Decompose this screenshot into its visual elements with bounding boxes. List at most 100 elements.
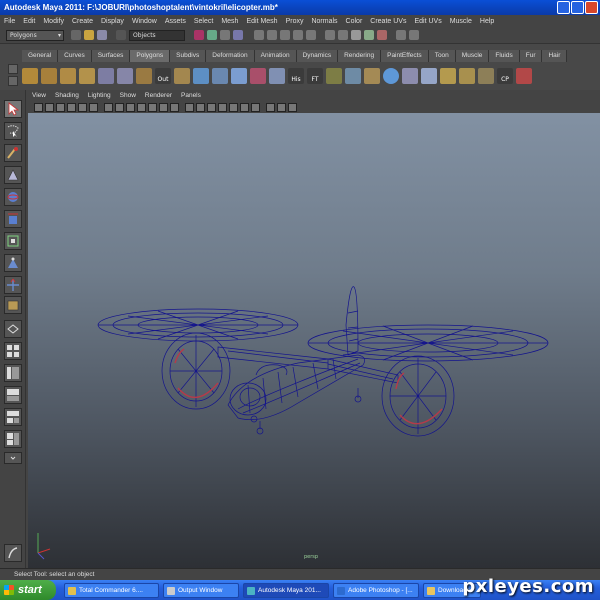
menu-help[interactable]: Help	[480, 18, 494, 25]
layout-options-icon[interactable]	[4, 452, 22, 464]
split-polygon-icon[interactable]	[345, 68, 361, 84]
layout-uvs-icon[interactable]	[459, 68, 475, 84]
extract-icon[interactable]	[174, 68, 190, 84]
taskbar-item-photoshop[interactable]: Adobe Photoshop - [...	[333, 582, 419, 598]
menu-edit-uvs[interactable]: Edit UVs	[414, 18, 441, 25]
append-polygon-icon[interactable]	[269, 68, 285, 84]
make-live-icon[interactable]	[306, 30, 316, 40]
select-tool-icon[interactable]	[4, 100, 22, 118]
uv-cylindrical-icon[interactable]	[421, 68, 437, 84]
save-scene-icon[interactable]	[97, 30, 107, 40]
extrude-icon[interactable]	[231, 68, 247, 84]
poly-cone-icon[interactable]	[117, 68, 133, 84]
merge-vertices-icon[interactable]	[364, 68, 380, 84]
scale-tool-icon[interactable]	[4, 210, 22, 228]
menu-modify[interactable]: Modify	[43, 18, 64, 25]
history-icon[interactable]	[325, 30, 335, 40]
select-surfaces-icon[interactable]	[233, 30, 243, 40]
xray-joints-icon[interactable]	[288, 102, 297, 112]
tab-painteffects[interactable]: PaintEffects	[381, 50, 429, 62]
render-settings-icon[interactable]	[377, 30, 387, 40]
poly-cube-icon[interactable]	[41, 68, 57, 84]
render-frame-icon[interactable]	[351, 30, 361, 40]
smooth-shade-icon[interactable]	[196, 102, 205, 112]
shelf-menu-icon[interactable]	[8, 64, 18, 74]
tab-surfaces[interactable]: Surfaces	[91, 50, 131, 62]
wireframe-icon[interactable]	[185, 102, 194, 112]
panel-menu-panels[interactable]: Panels	[181, 92, 201, 99]
select-curves-icon[interactable]	[220, 30, 230, 40]
soft-modification-tool-icon[interactable]	[4, 254, 22, 272]
show-manipulator-icon[interactable]	[4, 276, 22, 294]
menu-create[interactable]: Create	[72, 18, 93, 25]
bookmarks-icon[interactable]	[56, 102, 65, 112]
outliner-layout-icon[interactable]	[4, 364, 22, 382]
paint-select-tool-icon[interactable]	[4, 144, 22, 162]
select-by-type-icon[interactable]	[194, 30, 204, 40]
history-delete-icon[interactable]: His	[288, 68, 304, 84]
last-tool-used-icon[interactable]	[4, 296, 22, 314]
tab-fur[interactable]: Fur	[519, 50, 543, 62]
menu-window[interactable]: Window	[132, 18, 157, 25]
resolution-gate-icon[interactable]	[126, 102, 135, 112]
four-pane-layout-icon[interactable]	[4, 342, 22, 360]
poly-torus-icon[interactable]	[98, 68, 114, 84]
smooth-out-icon[interactable]: Out	[155, 68, 171, 84]
selection-mode-field[interactable]: Objects	[129, 29, 185, 41]
combine-icon[interactable]	[136, 68, 152, 84]
minimize-button[interactable]	[557, 1, 570, 14]
safe-action-icon[interactable]	[159, 102, 168, 112]
boolean-union-icon[interactable]	[193, 68, 209, 84]
select-by-hierarchy-icon[interactable]	[116, 30, 126, 40]
maximize-button[interactable]	[571, 1, 584, 14]
taskbar-item-maya[interactable]: Autodesk Maya 201...	[243, 582, 329, 598]
menu-file[interactable]: File	[4, 18, 15, 25]
sew-uvs-icon[interactable]	[478, 68, 494, 84]
wireframe-on-shaded-icon[interactable]	[207, 102, 216, 112]
tab-dynamics[interactable]: Dynamics	[296, 50, 339, 62]
tab-fluids[interactable]: Fluids	[489, 50, 520, 62]
menu-edit[interactable]: Edit	[23, 18, 35, 25]
menu-normals[interactable]: Normals	[311, 18, 337, 25]
select-camera-icon[interactable]	[34, 102, 43, 112]
textured-icon[interactable]	[229, 102, 238, 112]
rotate-tool-icon[interactable]	[4, 188, 22, 206]
open-scene-icon[interactable]	[84, 30, 94, 40]
start-button[interactable]: start	[0, 580, 56, 600]
gate-mask-icon[interactable]	[137, 102, 146, 112]
shelf-tabs-toggle-icon[interactable]	[8, 76, 18, 86]
construction-history-icon[interactable]	[338, 30, 348, 40]
grease-pencil-icon[interactable]	[89, 102, 98, 112]
menu-color[interactable]: Color	[346, 18, 363, 25]
camera-attributes-icon[interactable]	[45, 102, 54, 112]
image-plane-icon[interactable]	[67, 102, 76, 112]
tab-subdivs[interactable]: Subdivs	[170, 50, 207, 62]
tab-polygons[interactable]: Polygons	[130, 50, 171, 62]
poly-sphere-icon[interactable]	[22, 68, 38, 84]
single-pane-layout-icon[interactable]	[4, 320, 22, 338]
help-line-icon[interactable]	[409, 30, 419, 40]
custom-layout-icon[interactable]	[4, 430, 22, 448]
snap-curve-icon[interactable]	[267, 30, 277, 40]
tab-muscle[interactable]: Muscle	[455, 50, 490, 62]
manipulator-tool-icon[interactable]	[4, 232, 22, 250]
safe-title-icon[interactable]	[170, 102, 179, 112]
aircraft-wireframe-model[interactable]	[28, 113, 600, 568]
tab-rendering[interactable]: Rendering	[338, 50, 382, 62]
close-button[interactable]	[585, 1, 598, 14]
bridge-icon[interactable]	[250, 68, 266, 84]
poly-cylinder-icon[interactable]	[60, 68, 76, 84]
shadows-icon[interactable]	[251, 102, 260, 112]
tab-hair[interactable]: Hair	[542, 50, 568, 62]
menu-assets[interactable]: Assets	[165, 18, 186, 25]
hypershade-layout-icon[interactable]	[4, 408, 22, 426]
snap-grid-icon[interactable]	[254, 30, 264, 40]
move-tool-icon[interactable]	[4, 166, 22, 184]
tab-curves[interactable]: Curves	[58, 50, 92, 62]
bevel-icon[interactable]	[326, 68, 342, 84]
ipr-render-icon[interactable]	[364, 30, 374, 40]
xray-icon[interactable]	[218, 102, 227, 112]
film-gate-icon[interactable]	[115, 102, 124, 112]
freeze-transform-icon[interactable]: FT	[307, 68, 323, 84]
menu-muscle[interactable]: Muscle	[450, 18, 472, 25]
